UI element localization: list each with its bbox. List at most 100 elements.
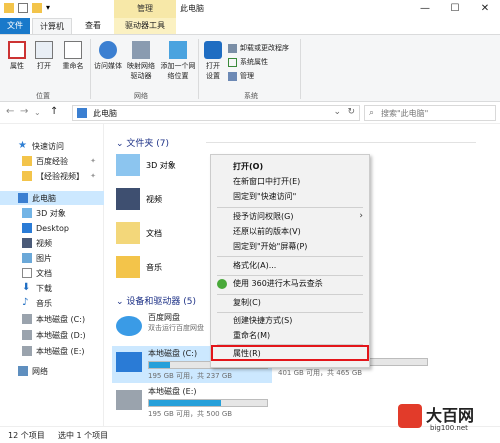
tab-view[interactable]: 查看 <box>76 18 110 34</box>
device-name: 本地磁盘 (E:) <box>148 387 197 396</box>
nav-pictures[interactable]: 图片 <box>0 251 104 265</box>
section-divider <box>206 142 476 143</box>
open-settings-label: 打开设置 <box>206 62 220 80</box>
nav-downloads[interactable]: ⬇ 下载 <box>0 281 104 295</box>
folder-item[interactable]: 3D 对象 <box>116 154 176 176</box>
nav-network[interactable]: 网络 <box>0 364 104 378</box>
close-button[interactable]: ✕ <box>470 0 500 18</box>
pin-icon[interactable]: ✦ <box>90 157 96 165</box>
breadcrumb[interactable]: 此电脑 <box>93 108 117 119</box>
menu-item-open[interactable]: 打开(O) <box>233 161 263 173</box>
dropdown-quick-icon[interactable]: ▾ <box>46 3 56 13</box>
minimize-button[interactable]: — <box>410 0 440 18</box>
forward-arrow-icon[interactable]: → <box>20 106 28 117</box>
add-network-location-label: 添加一个网络位置 <box>160 62 196 80</box>
nav-item-label: 3D 对象 <box>36 208 66 218</box>
manage-button[interactable]: 管理 <box>228 71 254 81</box>
nav-3d-objects[interactable]: 3D 对象 <box>0 206 104 220</box>
ribbon-separator <box>90 39 91 99</box>
media-icon <box>99 41 117 59</box>
app-icon[interactable] <box>4 3 14 13</box>
menu-item-open-new-window[interactable]: 在新窗口中打开(E) <box>233 176 300 188</box>
devices-header-label: 设备和驱动器 (5) <box>126 297 197 307</box>
open-settings-button[interactable]: 打开设置 <box>202 41 224 81</box>
menu-separator <box>217 312 363 313</box>
folder-icon <box>22 156 32 166</box>
tab-computer[interactable]: 计算机 <box>32 18 72 34</box>
drive-icon <box>22 346 32 356</box>
menu-item-give-access[interactable]: 授予访问权限(G) <box>233 211 293 223</box>
folder-item[interactable]: 视频 <box>116 188 162 210</box>
menu-item-pin-start[interactable]: 固定到"开始"屏幕(P) <box>233 241 307 253</box>
system-properties-button[interactable]: 系统属性 <box>228 57 268 67</box>
properties-quick-icon[interactable] <box>18 3 28 13</box>
up-arrow-icon[interactable]: ↑ <box>50 106 58 117</box>
folder-label: 文档 <box>146 228 162 238</box>
menu-item-create-shortcut[interactable]: 创建快捷方式(S) <box>233 315 292 327</box>
nav-item-label: 百度经验 <box>36 156 68 166</box>
nav-item-baidu-exp[interactable]: 百度经验 ✦ <box>0 154 104 168</box>
nav-videos[interactable]: 视频 <box>0 236 104 250</box>
folders-section-header[interactable]: ⌄ 文件夹 (7) <box>116 136 476 149</box>
menu-item-restore-versions[interactable]: 还原以前的版本(V) <box>233 226 301 238</box>
nav-item-label: 图片 <box>36 253 52 263</box>
baidu-netdisk-item[interactable]: 百度网盘 双击运行百度网盘 <box>116 312 204 336</box>
rename-button[interactable]: 重命名 <box>58 41 88 71</box>
menu-item-copy[interactable]: 复制(C) <box>233 297 261 309</box>
access-media-button[interactable]: 访问媒体 <box>92 41 124 71</box>
refresh-icon[interactable]: ↻ <box>347 107 355 117</box>
computer-icon <box>18 193 28 203</box>
tab-drive-tools[interactable]: 驱动器工具 <box>114 18 176 34</box>
drive-e-item[interactable]: 本地磁盘 (E:) 195 GB 可用，共 500 GB <box>116 386 268 419</box>
folder-item[interactable]: 文档 <box>116 222 162 244</box>
folder-item[interactable]: 音乐 <box>116 256 162 278</box>
watermark: 大百网 big100.net <box>396 400 500 443</box>
nav-this-pc[interactable]: 此电脑 <box>0 191 104 205</box>
nav-item-label: 音乐 <box>36 298 52 308</box>
pin-icon[interactable]: ✦ <box>90 172 96 180</box>
menu-item-properties[interactable]: 属性(R) <box>233 348 261 360</box>
nav-music[interactable]: ♪ 音乐 <box>0 296 104 310</box>
nav-item-exp-video[interactable]: 【经验视频】 ✦ <box>0 169 104 183</box>
chevron-right-icon: › <box>359 211 363 221</box>
properties-button[interactable]: 属性 <box>4 41 30 71</box>
add-network-location-button[interactable]: 添加一个网络位置 <box>160 41 196 81</box>
uninstall-button[interactable]: 卸载或更改程序 <box>228 43 289 53</box>
drive-icon <box>22 330 32 340</box>
nav-quick-access[interactable]: ★ 快速访问 <box>0 139 104 153</box>
map-drive-button[interactable]: 映射网络驱动器 <box>124 41 158 81</box>
address-box[interactable]: 此电脑 ⌄ ↻ <box>72 105 360 121</box>
nav-item-label: 本地磁盘 (E:) <box>36 346 85 356</box>
recent-chevron-icon[interactable]: ⌄ <box>34 108 41 117</box>
device-name: 百度网盘 <box>148 313 180 322</box>
back-arrow-icon[interactable]: ← <box>6 106 14 117</box>
drive-icon <box>22 314 32 324</box>
menu-item-360-scan[interactable]: 使用 360进行木马云查杀 <box>233 278 323 290</box>
menu-item-format[interactable]: 格式化(A)... <box>233 260 276 272</box>
device-subtitle: 双击运行百度网盘 <box>148 324 204 332</box>
nav-drive-c[interactable]: 本地磁盘 (C:) <box>0 312 104 326</box>
tab-file[interactable]: 文件 <box>0 18 30 34</box>
music-folder-icon <box>116 256 140 278</box>
nav-documents[interactable]: 文档 <box>0 266 104 280</box>
devices-section-header[interactable]: ⌄ 设备和驱动器 (5) <box>116 294 196 307</box>
maximize-button[interactable]: ☐ <box>440 0 470 18</box>
watermark-logo-icon <box>398 404 422 428</box>
nav-item-label: Desktop <box>36 223 69 233</box>
menu-item-rename[interactable]: 重命名(M) <box>233 330 270 342</box>
folder-quick-icon[interactable] <box>32 3 42 13</box>
nav-drive-e[interactable]: 本地磁盘 (E:) <box>0 344 104 358</box>
cloud-icon <box>116 316 142 336</box>
nav-drive-d[interactable]: 本地磁盘 (D:) <box>0 328 104 342</box>
chevron-down-icon[interactable]: ⌄ <box>333 107 341 117</box>
device-subtitle: 401 GB 可用，共 465 GB <box>278 369 363 377</box>
drive-icon <box>116 390 142 410</box>
search-input[interactable]: ⌕ 搜索"此电脑" <box>364 105 496 121</box>
open-button[interactable]: 打开 <box>32 41 56 71</box>
nav-desktop[interactable]: Desktop <box>0 221 104 235</box>
access-media-label: 访问媒体 <box>94 62 122 70</box>
search-placeholder: 搜索"此电脑" <box>381 109 429 118</box>
folder-label: 3D 对象 <box>146 160 176 170</box>
location-group-label: 位置 <box>36 92 50 100</box>
menu-item-pin-quick-access[interactable]: 固定到"快速访问" <box>233 191 296 203</box>
